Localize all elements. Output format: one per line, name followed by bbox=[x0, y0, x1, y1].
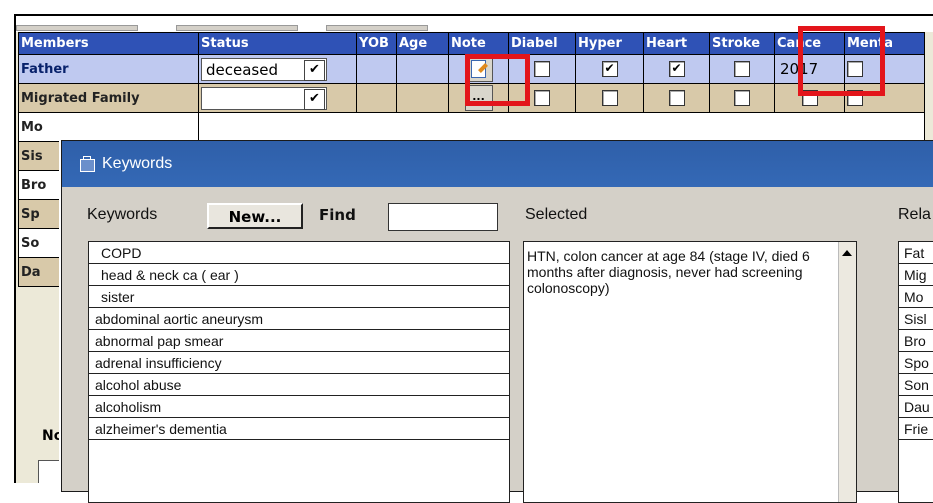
grid-header-row: Members Status YOB Age Note Diabel Hyper… bbox=[18, 32, 925, 55]
list-item[interactable]: Spo bbox=[899, 352, 933, 374]
list-item[interactable]: head & neck ca ( ear ) bbox=[89, 264, 509, 286]
list-item[interactable]: alzheimer's dementia bbox=[89, 418, 509, 440]
note-highlight-box bbox=[465, 54, 530, 106]
selected-label: Selected bbox=[525, 206, 588, 223]
list-item[interactable]: Mo bbox=[899, 286, 933, 308]
dialog-titlebar[interactable]: Keywords bbox=[62, 141, 933, 187]
yob-cell[interactable] bbox=[356, 54, 397, 84]
list-item[interactable]: Dau bbox=[899, 396, 933, 418]
member-name: Father bbox=[18, 54, 199, 84]
col-diabetes: Diabel bbox=[508, 32, 576, 55]
col-age: Age bbox=[396, 32, 449, 55]
status-select[interactable]: deceased ✔ bbox=[201, 57, 327, 81]
col-status: Status bbox=[198, 32, 357, 55]
selected-text: HTN, colon cancer at age 84 (stage IV, d… bbox=[527, 248, 810, 296]
member-name: Mo bbox=[18, 112, 199, 142]
age-cell[interactable] bbox=[396, 54, 449, 84]
keywords-dialog: Keywords Keywords New... Find Selected R… bbox=[61, 140, 933, 503]
list-item[interactable]: sister bbox=[89, 286, 509, 308]
list-item[interactable]: Fat bbox=[899, 242, 933, 264]
list-item[interactable]: Frie bbox=[899, 418, 933, 440]
member-name: Migrated Family bbox=[18, 83, 199, 113]
chevron-down-icon[interactable]: ✔ bbox=[304, 88, 325, 110]
dialog-title: Keywords bbox=[102, 155, 173, 172]
relation-label: Rela bbox=[898, 206, 931, 223]
chevron-down-icon[interactable]: ✔ bbox=[304, 59, 325, 81]
keywords-label: Keywords bbox=[87, 206, 158, 223]
top-tab-strip bbox=[16, 16, 933, 32]
list-item[interactable]: Mig bbox=[899, 264, 933, 286]
col-members: Members bbox=[18, 32, 199, 55]
table-row: Mo bbox=[18, 112, 925, 142]
hypertension-checkbox[interactable] bbox=[601, 90, 618, 106]
find-label: Find bbox=[319, 206, 356, 224]
find-input[interactable] bbox=[388, 203, 498, 231]
keywords-list[interactable]: COPD head & neck ca ( ear ) sister abdom… bbox=[88, 241, 510, 503]
heart-checkbox[interactable]: ✔ bbox=[668, 61, 685, 77]
stroke-checkbox[interactable] bbox=[734, 61, 750, 77]
list-item[interactable]: Bro bbox=[899, 330, 933, 352]
status-select[interactable]: ✔ bbox=[201, 86, 327, 110]
list-item[interactable]: abnormal pap smear bbox=[89, 330, 509, 352]
status-cell: deceased ✔ bbox=[198, 54, 357, 84]
folder-icon bbox=[80, 156, 95, 172]
new-keyword-button[interactable]: New... bbox=[207, 203, 303, 229]
status-value: deceased bbox=[206, 60, 278, 79]
selected-text-area[interactable]: HTN, colon cancer at age 84 (stage IV, d… bbox=[523, 241, 857, 503]
list-item[interactable]: Sisl bbox=[899, 308, 933, 330]
diabetes-checkbox[interactable] bbox=[534, 90, 550, 106]
list-item[interactable]: COPD bbox=[89, 242, 509, 264]
col-yob: YOB bbox=[356, 32, 397, 55]
scroll-up-icon[interactable] bbox=[842, 250, 852, 256]
selected-scrollbar[interactable] bbox=[838, 242, 856, 502]
list-item[interactable]: alcohol abuse bbox=[89, 374, 509, 396]
list-item[interactable]: adrenal insufficiency bbox=[89, 352, 509, 374]
col-hypertension: Hyper bbox=[575, 32, 644, 55]
hypertension-checkbox[interactable]: ✔ bbox=[601, 61, 618, 77]
diabetes-checkbox[interactable] bbox=[534, 61, 550, 77]
stroke-checkbox[interactable] bbox=[734, 90, 750, 106]
cancer-highlight-box bbox=[798, 26, 885, 96]
col-note: Note bbox=[448, 32, 509, 55]
col-heart: Heart bbox=[643, 32, 710, 55]
relations-list[interactable]: Fat Mig Mo Sisl Bro Spo Son Dau Frie bbox=[898, 241, 933, 503]
heart-checkbox[interactable] bbox=[668, 90, 685, 106]
list-item[interactable]: abdominal aortic aneurysm bbox=[89, 308, 509, 330]
col-stroke: Stroke bbox=[709, 32, 775, 55]
list-item[interactable]: Son bbox=[899, 374, 933, 396]
list-item[interactable]: alcoholism bbox=[89, 396, 509, 418]
